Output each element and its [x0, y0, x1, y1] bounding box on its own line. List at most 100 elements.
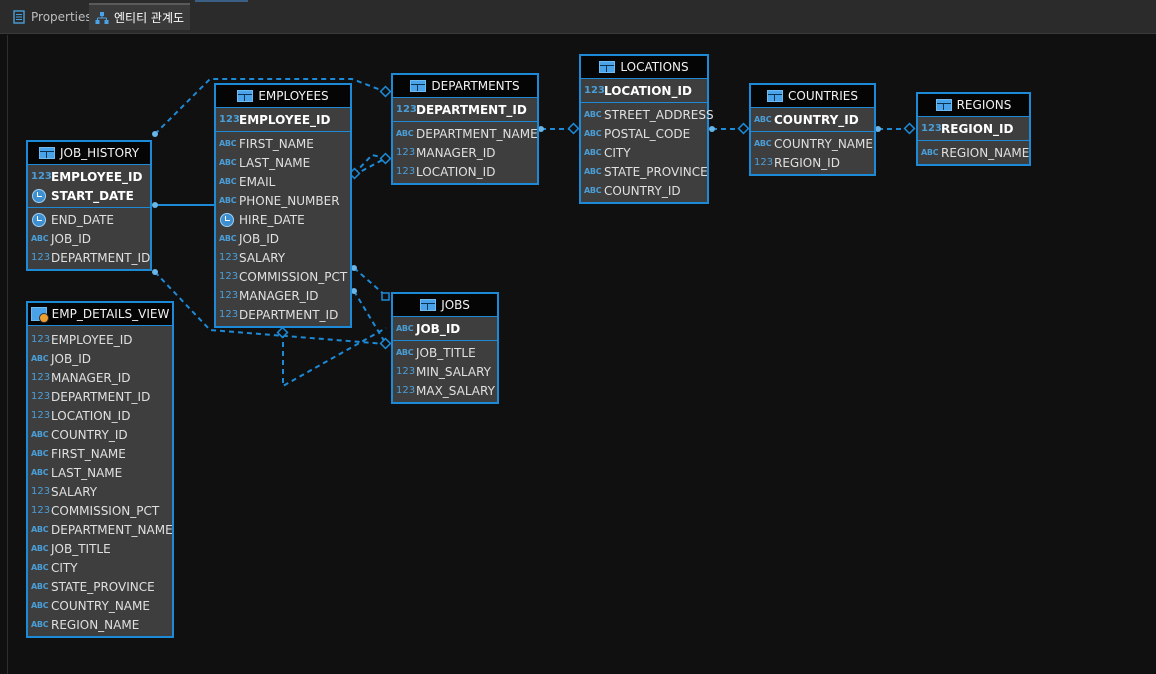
- column-row[interactable]: ABC REGION_NAME: [918, 143, 1029, 162]
- column-row[interactable]: 123 LOCATION_ID: [393, 162, 537, 181]
- column-row[interactable]: ABC JOB_TITLE: [28, 539, 172, 558]
- columns-section: 123 EMPLOYEE_ID ABC JOB_ID 123 MANAGER_ID 123 D…: [28, 326, 173, 636]
- entity-header: REGIONS: [918, 94, 1029, 117]
- column-name: FIRST_NAME: [239, 136, 314, 151]
- column-row[interactable]: ABC FIRST_NAME: [28, 444, 172, 463]
- column-row[interactable]: 123 EMPLOYEE_ID: [216, 110, 350, 129]
- column-row[interactable]: ABC FIRST_NAME: [216, 134, 350, 153]
- column-row[interactable]: ABC STREET_ADDRESS: [581, 105, 714, 124]
- column-name: MANAGER_ID: [416, 145, 496, 160]
- column-row[interactable]: 123 DEPARTMENT_ID: [28, 248, 150, 267]
- clock-icon: [31, 189, 51, 203]
- column-name: POSTAL_CODE: [604, 126, 691, 141]
- column-name: MAX_SALARY: [416, 383, 495, 398]
- number-type-icon: 123: [219, 290, 239, 301]
- column-row[interactable]: HIRE_DATE: [216, 210, 350, 229]
- string-type-icon: ABC: [31, 544, 49, 553]
- column-name: DEPARTMENT_NAME: [51, 522, 173, 537]
- column-row[interactable]: ABC POSTAL_CODE: [581, 124, 707, 143]
- column-row[interactable]: ABC COUNTRY_ID: [751, 110, 874, 129]
- entity-job-history[interactable]: JOB_HISTORY 123 EMPLOYEE_ID START_DATE END…: [26, 140, 152, 271]
- column-row[interactable]: 123 EMPLOYEE_ID: [28, 330, 172, 349]
- column-row[interactable]: ABC REGION_NAME: [28, 615, 172, 634]
- column-name: REGION_NAME: [941, 145, 1030, 160]
- string-type-icon: ABC: [396, 324, 414, 333]
- column-row[interactable]: ABC LAST_NAME: [28, 463, 172, 482]
- entity-header: JOBS: [393, 294, 497, 317]
- entity-countries[interactable]: COUNTRIES ABC COUNTRY_ID ABC COUNTRY_NAME 1…: [749, 83, 876, 176]
- string-type-icon: ABC: [31, 449, 49, 458]
- column-row[interactable]: ABC JOB_ID: [28, 229, 150, 248]
- column-row[interactable]: 123 MAX_SALARY: [393, 381, 497, 400]
- entity-locations[interactable]: LOCATIONS 123 LOCATION_ID ABC STREET_ADDRE…: [579, 54, 714, 204]
- column-row[interactable]: ABC COUNTRY_ID: [28, 425, 172, 444]
- number-type-icon: 123: [31, 334, 51, 345]
- column-row[interactable]: ABC COUNTRY_NAME: [751, 134, 874, 153]
- column-name: HIRE_DATE: [239, 212, 305, 227]
- column-row[interactable]: 123 SALARY: [216, 248, 350, 267]
- column-row[interactable]: 123 REGION_ID: [918, 119, 1029, 138]
- column-row[interactable]: 123 MANAGER_ID: [28, 368, 172, 387]
- entity-jobs[interactable]: JOBS ABC JOB_ID ABC JOB_TITLE 123 MIN_SALARY…: [391, 292, 499, 404]
- string-type-icon: ABC: [219, 196, 237, 205]
- column-row[interactable]: 123 LOCATION_ID: [28, 406, 172, 425]
- entity-employees[interactable]: EMPLOYEES 123 EMPLOYEE_ID ABC FIRST_NAME AB…: [214, 83, 352, 328]
- clock-icon: [219, 213, 239, 227]
- column-row[interactable]: ABC COUNTRY_NAME: [28, 596, 172, 615]
- column-row[interactable]: ABC JOB_ID: [216, 229, 350, 248]
- string-type-icon: ABC: [31, 620, 49, 629]
- column-row[interactable]: ABC CITY: [28, 558, 172, 577]
- column-row[interactable]: 123 COMMISSION_PCT: [28, 501, 172, 520]
- column-name: LOCATION_ID: [51, 408, 131, 423]
- view-icon: [30, 307, 49, 323]
- column-row[interactable]: START_DATE: [28, 186, 150, 205]
- column-row[interactable]: 123 REGION_ID: [751, 153, 874, 172]
- column-name: COUNTRY_ID: [774, 112, 859, 127]
- column-row[interactable]: ABC DEPARTMENT_NAME: [393, 124, 538, 143]
- string-type-icon: ABC: [219, 234, 237, 243]
- table-icon: [420, 299, 437, 311]
- column-row[interactable]: 123 DEPARTMENT_ID: [28, 387, 172, 406]
- entity-title: COUNTRIES: [788, 89, 858, 103]
- column-row[interactable]: 123 MANAGER_ID: [393, 143, 537, 162]
- table-icon: [38, 147, 55, 159]
- column-row[interactable]: ABC JOB_TITLE: [393, 343, 497, 362]
- column-row[interactable]: ABC JOB_ID: [393, 319, 497, 338]
- string-type-icon: ABC: [31, 582, 49, 591]
- string-type-icon: ABC: [396, 348, 414, 357]
- column-row[interactable]: 123 COMMISSION_PCT: [216, 267, 350, 286]
- string-type-icon: ABC: [584, 167, 602, 176]
- string-type-icon: ABC: [31, 601, 49, 610]
- number-type-icon: 123: [219, 252, 239, 263]
- column-row[interactable]: ABC EMAIL: [216, 172, 350, 191]
- column-row[interactable]: 123 SALARY: [28, 482, 172, 501]
- column-name: MANAGER_ID: [239, 288, 319, 303]
- column-row[interactable]: ABC CITY: [581, 143, 707, 162]
- rel-employees-manager: [282, 327, 387, 388]
- primary-key-section: 123 LOCATION_ID: [581, 79, 707, 103]
- column-row[interactable]: ABC PHONE_NUMBER: [216, 191, 350, 210]
- column-row[interactable]: 123 DEPARTMENT_ID: [216, 305, 350, 324]
- number-type-icon: 123: [31, 505, 51, 516]
- column-name: END_DATE: [51, 212, 115, 227]
- column-row[interactable]: END_DATE: [28, 210, 150, 229]
- entity-emp-details-view[interactable]: EMP_DETAILS_VIEW 123 EMPLOYEE_ID ABC JOB_ID…: [26, 301, 174, 638]
- column-row[interactable]: 123 EMPLOYEE_ID: [28, 167, 150, 186]
- number-type-icon: 123: [396, 104, 417, 115]
- rel-employees-jobs: [353, 267, 387, 297]
- entity-regions[interactable]: REGIONS 123 REGION_ID ABC REGION_NAME: [916, 92, 1031, 166]
- column-row[interactable]: ABC COUNTRY_ID: [581, 181, 707, 200]
- column-row[interactable]: ABC STATE_PROVINCE: [581, 162, 708, 181]
- column-row[interactable]: 123 MIN_SALARY: [393, 362, 497, 381]
- column-row[interactable]: 123 MANAGER_ID: [216, 286, 350, 305]
- column-name: JOB_ID: [416, 321, 461, 336]
- column-row[interactable]: ABC STATE_PROVINCE: [28, 577, 172, 596]
- column-row[interactable]: ABC LAST_NAME: [216, 153, 350, 172]
- clock-icon: [31, 213, 51, 227]
- column-row[interactable]: ABC DEPARTMENT_NAME: [28, 520, 173, 539]
- column-row[interactable]: 123 LOCATION_ID: [581, 81, 707, 100]
- number-type-icon: 123: [31, 252, 51, 263]
- column-row[interactable]: 123 DEPARTMENT_ID: [393, 100, 537, 119]
- entity-departments[interactable]: DEPARTMENTS 123 DEPARTMENT_ID ABC DEPARTME…: [391, 73, 539, 185]
- column-row[interactable]: ABC JOB_ID: [28, 349, 172, 368]
